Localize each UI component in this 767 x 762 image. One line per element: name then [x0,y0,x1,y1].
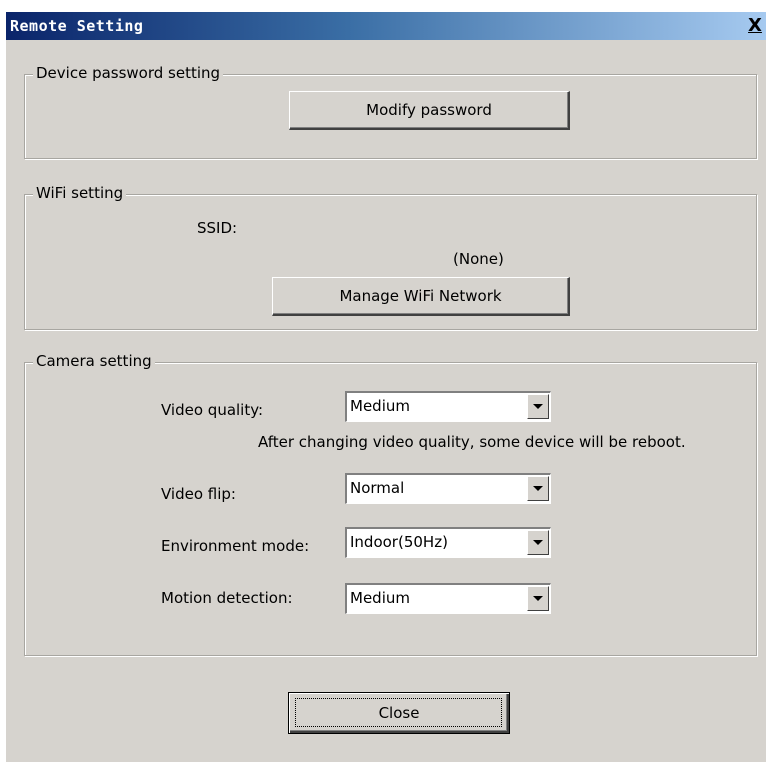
chevron-down-icon[interactable] [527,530,549,555]
title-bar[interactable]: Remote Setting X [6,12,766,40]
modify-password-button[interactable]: Modify password [289,91,570,130]
window-title: Remote Setting [10,17,144,35]
ssid-label: SSID: [197,219,238,237]
environment-mode-label: Environment mode: [161,537,310,555]
camera-legend: Camera setting [33,352,155,370]
close-icon[interactable]: X [746,16,764,35]
manage-wifi-button[interactable]: Manage WiFi Network [272,277,570,316]
chevron-down-icon[interactable] [527,586,549,611]
ssid-value: (None) [453,250,504,268]
video-quality-label: Video quality: [161,401,264,419]
device-password-group: Device password setting Modify password [24,64,757,159]
camera-group: Camera setting Video quality: Medium Aft… [24,352,757,656]
motion-detection-select[interactable]: Medium [345,583,551,614]
video-quality-note: After changing video quality, some devic… [258,433,686,451]
video-quality-value: Medium [350,397,410,415]
video-flip-select[interactable]: Normal [345,473,551,504]
wifi-legend: WiFi setting [33,184,127,202]
device-password-legend: Device password setting [33,64,224,82]
video-quality-select[interactable]: Medium [345,391,551,422]
wifi-group: WiFi setting SSID: (None) Manage WiFi Ne… [24,184,757,330]
motion-detection-label: Motion detection: [161,589,293,607]
remote-setting-dialog: Remote Setting X Device password setting… [6,12,766,762]
environment-mode-select[interactable]: Indoor(50Hz) [345,527,551,558]
chevron-down-icon[interactable] [527,476,549,501]
chevron-down-icon[interactable] [527,394,549,419]
video-flip-value: Normal [350,479,405,497]
motion-detection-value: Medium [350,589,410,607]
video-flip-label: Video flip: [161,485,236,503]
close-button[interactable]: Close [288,692,510,734]
environment-mode-value: Indoor(50Hz) [350,533,448,551]
close-button-label: Close [378,704,420,722]
